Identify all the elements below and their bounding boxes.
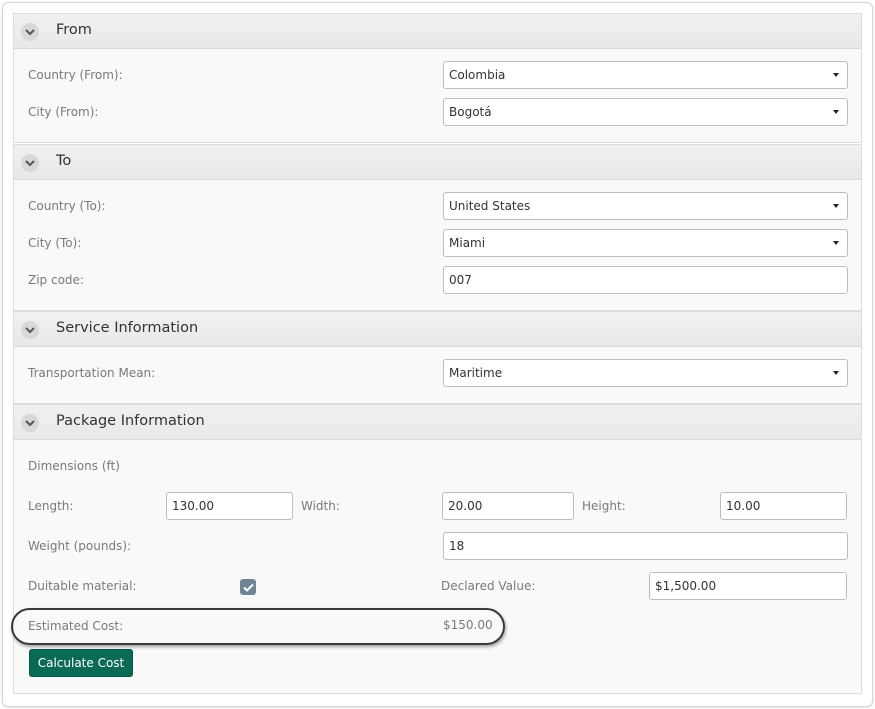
zip-code-input[interactable]: 007 (443, 266, 848, 294)
width-label: Width: (301, 499, 340, 513)
city-from-label: City (From): (28, 105, 99, 119)
estimated-cost-label: Estimated Cost: (28, 619, 124, 633)
country-to-select[interactable]: United States (443, 192, 848, 220)
city-to-value: Miami (449, 236, 486, 250)
checkmark-icon (242, 583, 254, 592)
country-from-select[interactable]: Colombia (443, 61, 848, 89)
caret-down-icon (833, 204, 839, 208)
length-label: Length: (28, 499, 74, 513)
dutiable-label: Duitable material: (28, 579, 137, 593)
width-input[interactable]: 20.00 (442, 492, 574, 520)
city-to-select[interactable]: Miami (443, 229, 848, 257)
width-value: 20.00 (448, 499, 483, 513)
declared-value-label: Declared Value: (441, 579, 536, 593)
city-from-select[interactable]: Bogotá (443, 98, 848, 126)
height-label: Height: (582, 499, 626, 513)
country-to-value: United States (449, 199, 531, 213)
height-input[interactable]: 10.00 (720, 492, 847, 520)
weight-input[interactable]: 18 (443, 532, 848, 560)
calculate-cost-button[interactable]: Calculate Cost (29, 649, 133, 677)
country-to-label: Country (To): (28, 199, 106, 213)
chevron-down-icon[interactable] (21, 154, 39, 172)
section-package-header[interactable]: Package Information (14, 405, 861, 440)
section-title: Package Information (56, 413, 205, 429)
city-to-label: City (To): (28, 236, 82, 250)
chevron-down-icon[interactable] (21, 321, 39, 339)
caret-down-icon (833, 110, 839, 114)
height-value: 10.00 (726, 499, 761, 513)
declared-value-value: $1,500.00 (655, 579, 717, 593)
section-service: Service Information (13, 311, 862, 404)
section-service-header[interactable]: Service Information (14, 312, 861, 347)
transport-mean-value: Maritime (449, 366, 503, 380)
dutiable-checkbox[interactable] (240, 579, 256, 595)
dimensions-label: Dimensions (ft) (28, 459, 120, 473)
zip-code-label: Zip code: (28, 273, 84, 287)
length-input[interactable]: 130.00 (166, 492, 293, 520)
caret-down-icon (833, 241, 839, 245)
section-to-header[interactable]: To (14, 145, 861, 180)
chevron-down-icon[interactable] (21, 414, 39, 432)
city-from-value: Bogotá (449, 105, 492, 119)
section-title: To (56, 153, 72, 169)
estimated-cost-value: $150.00 (443, 618, 493, 632)
weight-value: 18 (449, 539, 465, 553)
section-from-header[interactable]: From (14, 14, 861, 49)
section-title: Service Information (56, 320, 199, 336)
section-title: From (56, 22, 92, 38)
declared-value-input[interactable]: $1,500.00 (649, 572, 847, 600)
length-value: 130.00 (172, 499, 214, 513)
country-from-label: Country (From): (28, 68, 123, 82)
caret-down-icon (833, 371, 839, 375)
caret-down-icon (833, 73, 839, 77)
zip-code-value: 007 (449, 273, 472, 287)
transport-mean-label: Transportation Mean: (28, 366, 156, 380)
chevron-down-icon[interactable] (21, 23, 39, 41)
weight-label: Weight (pounds): (28, 539, 132, 553)
country-from-value: Colombia (449, 68, 506, 82)
transport-mean-select[interactable]: Maritime (443, 359, 848, 387)
